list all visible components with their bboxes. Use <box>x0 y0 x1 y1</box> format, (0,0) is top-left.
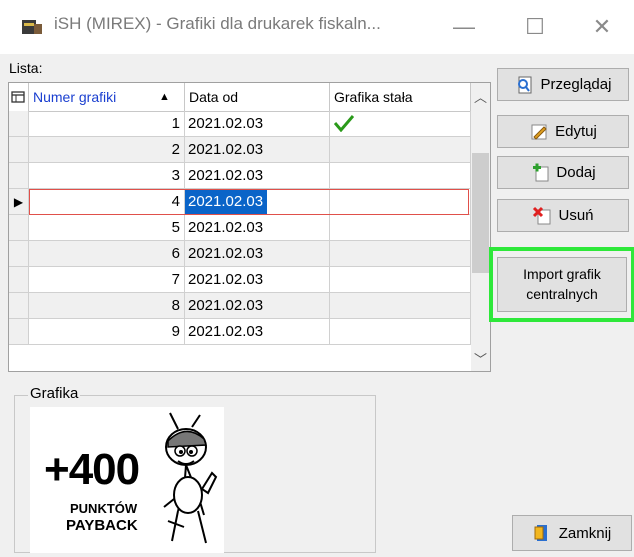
add-button[interactable]: Dodaj <box>497 156 629 189</box>
scroll-up-icon[interactable]: ︿ <box>471 87 490 106</box>
table-row[interactable]: 8 2021.02.03 <box>9 293 471 319</box>
delete-button[interactable]: Usuń <box>497 199 629 232</box>
row-pointer-icon: ▶ <box>9 189 29 215</box>
checkmark-icon <box>333 115 355 133</box>
app-icon <box>22 20 42 34</box>
add-icon <box>533 163 549 181</box>
graphics-table[interactable]: Numer grafiki ▲ Data od Grafika stała 1 … <box>8 82 491 372</box>
column-header-number[interactable]: Numer grafiki ▲ <box>29 83 185 111</box>
table-row[interactable]: 6 2021.02.03 <box>9 241 471 267</box>
exit-door-icon <box>534 525 547 541</box>
preview-line2: PAYBACK <box>66 517 138 534</box>
table-row[interactable]: 2 2021.02.03 <box>9 137 471 163</box>
table-row-selected[interactable]: ▶ 4 2021.02.03 <box>9 189 471 215</box>
table-row[interactable]: 5 2021.02.03 <box>9 215 471 241</box>
table-header: Numer grafiki ▲ Data od Grafika stała <box>9 83 471 112</box>
list-label: Lista: <box>9 60 43 76</box>
sort-ascending-icon: ▲ <box>159 91 170 103</box>
window-title: iSH (MIREX) - Grafiki dla drukarek fiska… <box>54 14 381 33</box>
browse-button[interactable]: Przeglądaj <box>497 68 629 101</box>
delete-icon <box>533 206 551 224</box>
minimize-button[interactable]: — <box>444 10 484 44</box>
preview-line1: PUNKTÓW <box>70 501 138 516</box>
table-row[interactable]: 1 2021.02.03 <box>9 111 471 137</box>
column-header-fixed[interactable]: Grafika stała <box>330 83 471 111</box>
preview-big-text: +400 <box>44 445 140 494</box>
column-header-date[interactable]: Data od <box>185 83 330 111</box>
scroll-thumb[interactable] <box>472 153 489 273</box>
table-row[interactable]: 9 2021.02.03 <box>9 319 471 345</box>
ant-mascot-icon <box>163 412 218 544</box>
close-window-button[interactable]: Zamknij <box>512 515 632 551</box>
graphic-group-title: Grafika <box>28 385 81 402</box>
graphic-preview: +400 PUNKTÓW PAYBACK <box>30 407 224 553</box>
import-central-graphics-button[interactable]: Import grafik centralnych <box>497 257 627 312</box>
table-row[interactable]: 7 2021.02.03 <box>9 267 471 293</box>
grid-menu-icon[interactable] <box>9 83 29 111</box>
vertical-scrollbar[interactable]: ︿ ﹀ <box>471 83 490 371</box>
browse-icon <box>517 76 532 93</box>
import-highlight: Import grafik centralnych <box>489 247 634 322</box>
edit-button[interactable]: Edytuj <box>497 115 629 148</box>
maximize-button[interactable]: ☐ <box>515 10 555 44</box>
table-row[interactable]: 3 2021.02.03 <box>9 163 471 189</box>
close-button[interactable]: ✕ <box>582 10 622 44</box>
title-bar: iSH (MIREX) - Grafiki dla drukarek fiska… <box>0 0 634 54</box>
pencil-icon <box>531 124 547 140</box>
scroll-down-icon[interactable]: ﹀ <box>471 349 490 368</box>
